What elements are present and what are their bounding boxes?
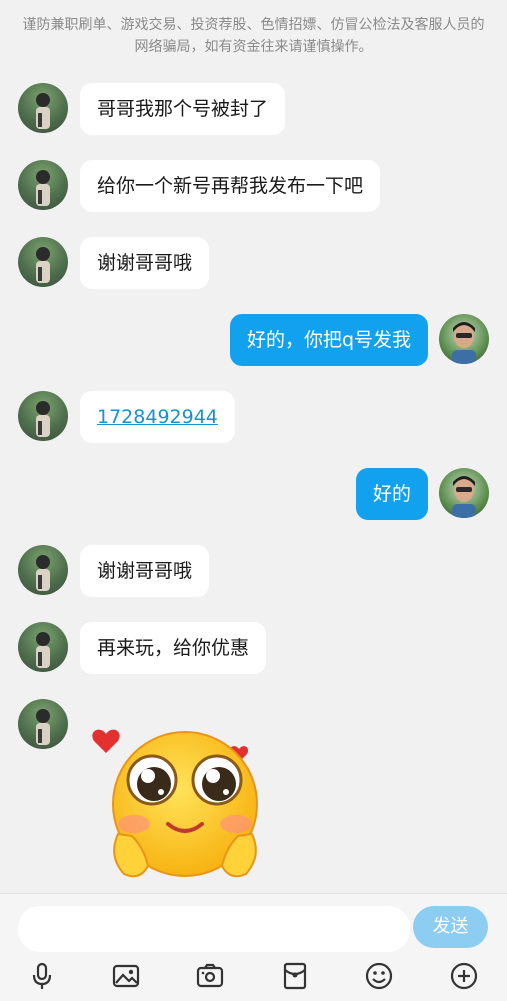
emoji-icon[interactable] (361, 958, 397, 994)
plus-icon[interactable] (446, 958, 482, 994)
message-row: 1728492944 (0, 389, 507, 445)
camera-icon[interactable] (192, 958, 228, 994)
message-input[interactable] (18, 906, 410, 952)
message-row: 给你一个新号再帮我发布一下吧 (0, 158, 507, 214)
contact-avatar[interactable] (18, 545, 68, 595)
contact-avatar[interactable] (18, 83, 68, 133)
send-button[interactable]: 发送 (413, 906, 488, 948)
message-row: 谢谢哥哥哦 (0, 543, 507, 599)
message-bubble[interactable]: 再来玩，给你优惠 (80, 622, 267, 674)
message-bubble[interactable]: 好的，你把q号发我 (229, 314, 428, 366)
contact-avatar[interactable] (18, 160, 68, 210)
fraud-warning-notice: 谨防兼职刷单、游戏交易、投资荐股、色情招嫖、仿冒公检法及客服人员的网络骗局，如有… (22, 17, 485, 55)
message-bubble[interactable]: 谢谢哥哥哦 (80, 237, 210, 289)
message-composer: 发送 (0, 893, 507, 1001)
user-avatar[interactable] (439, 314, 489, 364)
contact-avatar[interactable] (18, 391, 68, 441)
message-row: 哥哥我那个号被封了 (0, 81, 507, 137)
message-row: 谢谢哥哥哦 (0, 235, 507, 291)
message-row: 好的 (0, 466, 507, 522)
message-row: 好的，你把q号发我 (0, 312, 507, 368)
message-bubble[interactable]: 给你一个新号再帮我发布一下吧 (80, 160, 381, 212)
message-bubble[interactable]: 哥哥我那个号被封了 (80, 83, 286, 135)
contact-avatar[interactable] (18, 622, 68, 672)
microphone-icon[interactable] (24, 958, 60, 994)
contact-avatar[interactable] (18, 699, 68, 749)
message-bubble[interactable]: 好的 (355, 468, 428, 520)
pleading-emoji-sticker[interactable] (88, 716, 263, 886)
contact-avatar[interactable] (18, 237, 68, 287)
image-icon[interactable] (108, 958, 144, 994)
heart-icon (92, 729, 120, 753)
qq-number-link[interactable]: 1728492944 (97, 406, 218, 428)
message-bubble: 1728492944 (80, 391, 235, 443)
message-row: 再来玩，给你优惠 (0, 620, 507, 676)
user-avatar[interactable] (439, 468, 489, 518)
message-bubble[interactable]: 谢谢哥哥哦 (80, 545, 210, 597)
red-packet-icon[interactable] (277, 958, 313, 994)
